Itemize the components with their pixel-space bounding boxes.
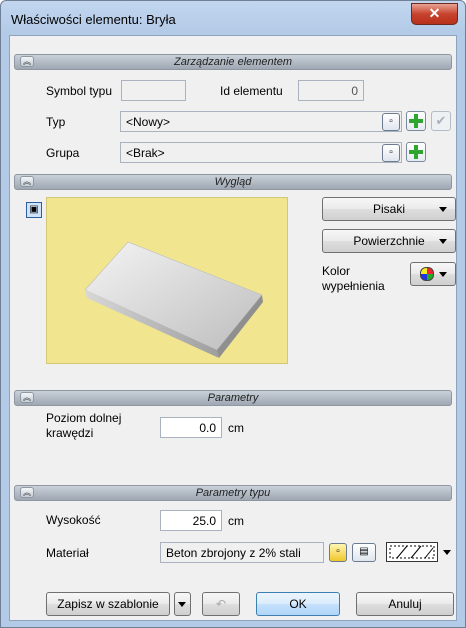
typ-label: Typ	[46, 115, 66, 129]
undo-button[interactable]: ↶	[202, 592, 240, 616]
dropdown-arrow-icon	[178, 602, 186, 607]
wysokosc-input[interactable]: 25.0	[160, 510, 222, 531]
pisaki-dropdown[interactable]: Pisaki	[322, 197, 456, 221]
ok-button[interactable]: OK	[256, 592, 340, 616]
title-bar: Właściwości elementu: Bryła ✕	[1, 1, 465, 35]
poziom-dolnej-label-line1: Poziom dolnej	[46, 411, 122, 425]
section-header-zarzadzanie[interactable]: ︽ Zarządzanie elementem	[14, 54, 452, 70]
slab-preview-graphic	[84, 241, 263, 358]
close-icon: ✕	[428, 5, 441, 21]
poziom-dolnej-value: 0.0	[199, 421, 216, 435]
grupa-pick-button[interactable]: ▫	[382, 144, 400, 162]
poziom-dolnej-unit: cm	[228, 421, 244, 435]
cube-icon[interactable]: ▣	[26, 202, 42, 218]
typ-value: <Nowy>	[126, 115, 171, 129]
close-button[interactable]: ✕	[411, 3, 458, 25]
poziom-dolnej-label-line2: krawędzi	[46, 426, 94, 440]
id-elementu-value: 0	[351, 84, 358, 98]
section-title: Parametry typu	[195, 487, 271, 499]
typ-add-button[interactable]	[406, 111, 426, 131]
powierzchnie-dropdown[interactable]: Powierzchnie	[322, 229, 456, 253]
palette-icon	[420, 267, 434, 281]
kolor-wypelnienia-label-line1: Kolor	[322, 264, 351, 278]
wysokosc-label: Wysokość	[46, 513, 101, 527]
material-properties-button[interactable]: ▤	[352, 543, 376, 562]
material-field[interactable]: Beton zbrojony z 2% stali	[160, 542, 324, 563]
typ-field[interactable]: <Nowy> ▫	[120, 111, 402, 132]
save-in-template-button[interactable]: Zapisz w szablonie	[46, 592, 170, 616]
id-elementu-field: 0	[298, 80, 364, 101]
wysokosc-value: 25.0	[192, 514, 216, 528]
id-elementu-label: Id elementu	[220, 84, 283, 98]
powierzchnie-label: Powierzchnie	[353, 234, 425, 248]
grupa-value: <Brak>	[126, 146, 165, 160]
material-label: Materiał	[46, 546, 89, 560]
section-header-wyglad[interactable]: ︽ Wygląd	[14, 174, 452, 190]
grupa-label: Grupa	[46, 146, 80, 160]
cancel-button[interactable]: Anuluj	[356, 592, 454, 616]
grupa-add-button[interactable]	[406, 142, 426, 162]
typ-pick-button[interactable]: ▫	[382, 113, 400, 131]
hatch-pattern-icon	[389, 545, 435, 559]
3d-preview[interactable]	[46, 197, 288, 364]
section-title: Wygląd	[214, 176, 252, 188]
poziom-dolnej-input[interactable]: 0.0	[160, 417, 222, 438]
save-in-template-dropdown[interactable]	[174, 592, 191, 616]
symbol-typu-field[interactable]	[121, 80, 186, 101]
window-title: Właściwości elementu: Bryła	[11, 12, 176, 27]
material-value: Beton zbrojony z 2% stali	[166, 546, 301, 560]
dropdown-arrow-icon	[439, 272, 447, 277]
kolor-wypelnienia-button[interactable]	[410, 262, 456, 286]
material-pick-button[interactable]: ▫	[329, 543, 347, 562]
pick-icon: ▫	[336, 546, 340, 557]
section-title: Zarządzanie elementem	[173, 56, 292, 68]
undo-icon: ↶	[215, 597, 227, 611]
symbol-typu-label: Symbol typu	[46, 84, 113, 98]
typ-confirm-button[interactable]: ✔	[431, 111, 451, 131]
grupa-field[interactable]: <Brak> ▫	[120, 142, 402, 163]
dropdown-arrow-icon	[439, 239, 447, 244]
hatch-pattern-field[interactable]	[386, 542, 438, 562]
section-header-parametry[interactable]: ︽ Parametry	[14, 390, 452, 406]
pick-icon: ▫	[389, 147, 393, 158]
pick-icon: ▫	[389, 116, 393, 127]
wysokosc-unit: cm	[228, 514, 244, 528]
dropdown-arrow-icon	[439, 207, 447, 212]
kolor-wypelnienia-label-line2: wypełnienia	[322, 279, 385, 293]
section-title: Parametry	[207, 392, 259, 404]
dropdown-arrow-icon	[443, 550, 451, 555]
pisaki-label: Pisaki	[372, 202, 405, 216]
section-header-parametry-typu[interactable]: ︽ Parametry typu	[14, 485, 452, 501]
check-icon: ✔	[435, 113, 447, 128]
hatch-pattern-dropdown[interactable]	[441, 546, 453, 558]
material-properties-icon: ▤	[359, 546, 369, 557]
